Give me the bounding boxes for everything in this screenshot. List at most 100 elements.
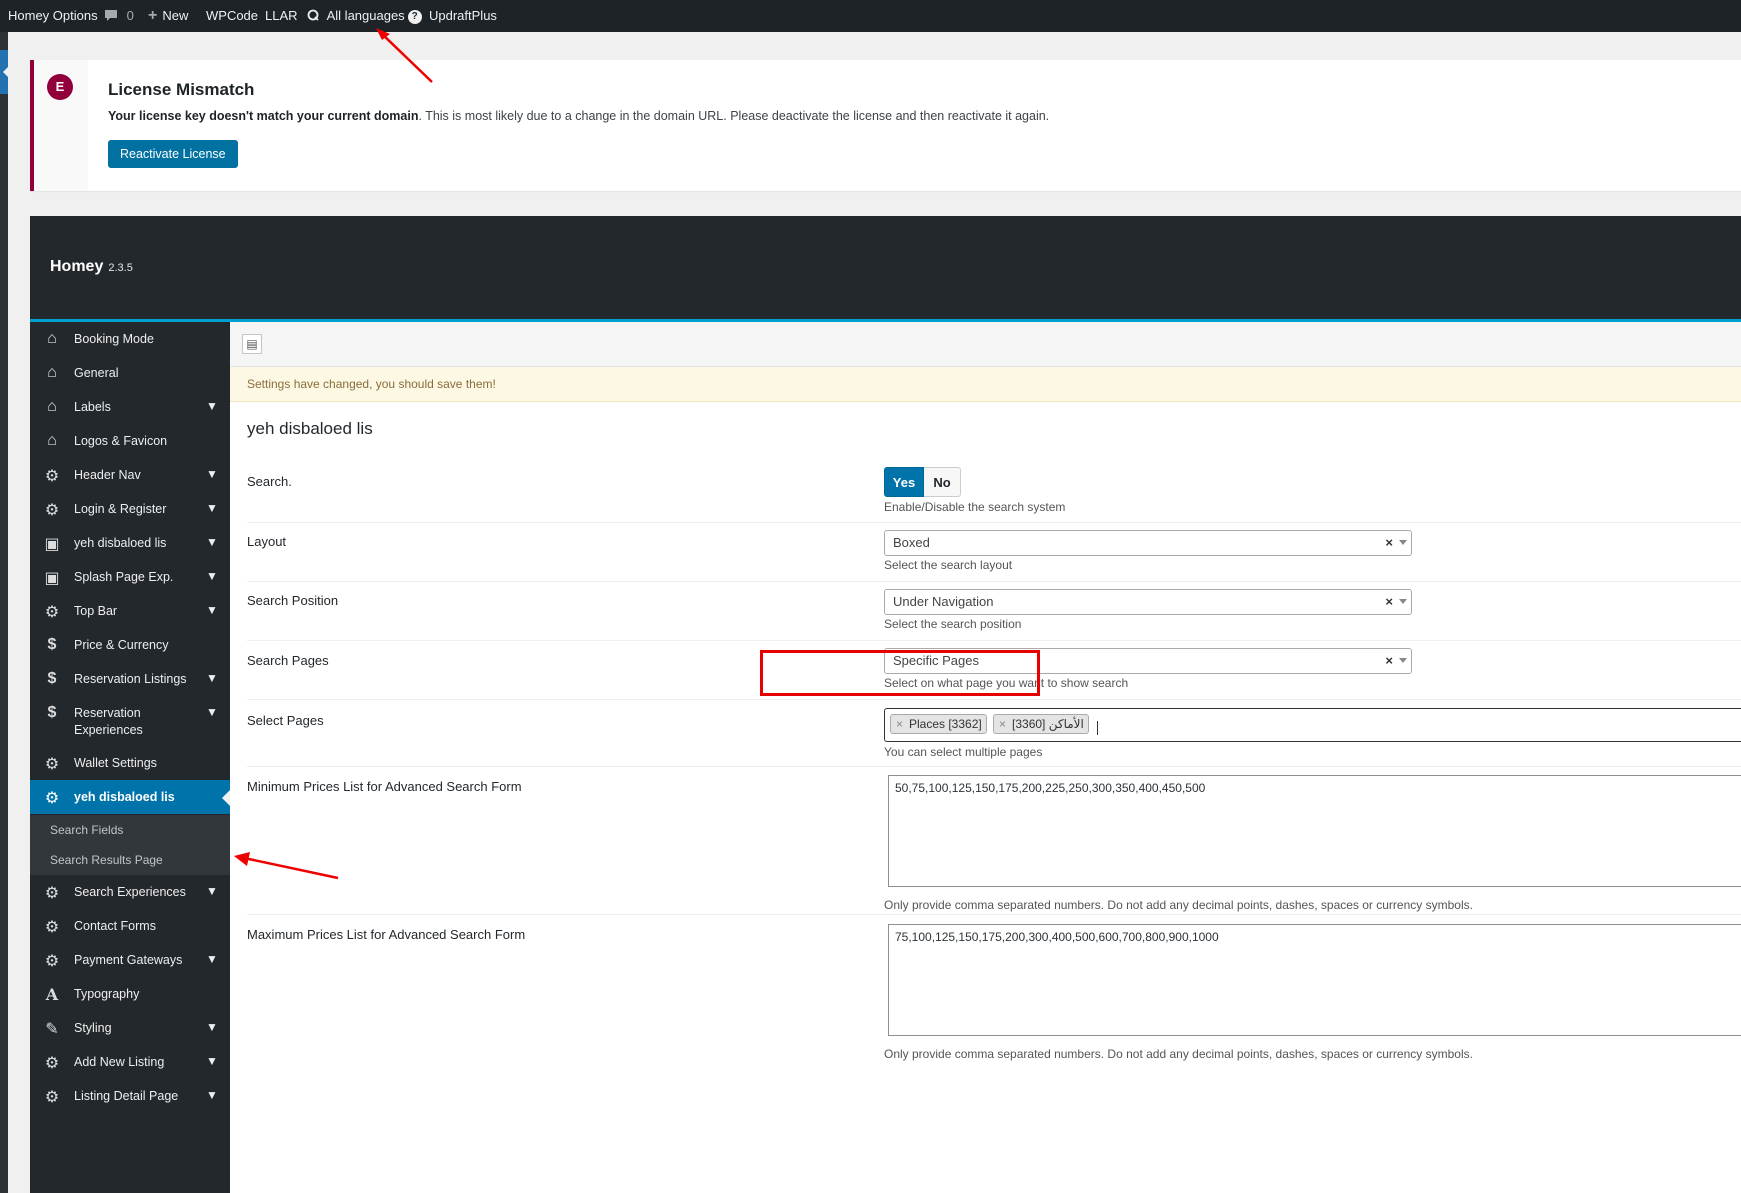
menu-item-styling[interactable]: ✎ Styling ▼ (30, 1011, 230, 1045)
dropdown-arrow-icon[interactable] (1399, 599, 1407, 604)
dollar-icon: $ (47, 670, 57, 687)
menu-item-splash-page[interactable]: ▣ Splash Page Exp. ▼ (30, 560, 230, 594)
chip-label: الأماكن [3360] (1012, 717, 1084, 731)
menu-item-label: General (74, 366, 119, 380)
menu-item-reservation-listings[interactable]: $ Reservation Listings ▼ (30, 662, 230, 696)
menu-item-label: Splash Page Exp. (74, 570, 174, 584)
menu-item-general[interactable]: ⌂ General (30, 356, 230, 390)
text-cursor (1097, 721, 1098, 735)
chevron-down-icon: ▼ (206, 569, 218, 583)
home-icon: ⌂ (47, 330, 57, 347)
menu-item-label: Reservation Listings (74, 672, 187, 686)
dropdown-arrow-icon[interactable] (1399, 540, 1407, 545)
row-divider (247, 640, 1741, 641)
select-pages-description: You can select multiple pages (884, 745, 1043, 759)
panel-title-text: Homey (50, 258, 104, 275)
row-divider (247, 766, 1741, 767)
submenu-item-search-results-page[interactable]: Search Results Page (30, 845, 230, 875)
dropdown-arrow-icon[interactable] (1399, 658, 1407, 663)
menu-item-reservation-experiences[interactable]: $ Reservation Experiences ▼ (30, 696, 230, 746)
updraft-label: UpdraftPlus (429, 8, 497, 23)
adminbar-llar[interactable]: LLAR (265, 0, 298, 32)
submenu-item-search-fields[interactable]: Search Fields (30, 815, 230, 845)
home-icon: ⌂ (47, 364, 57, 381)
menu-item-add-new-listing[interactable]: ⚙ Add New Listing ▼ (30, 1045, 230, 1079)
chevron-down-icon: ▼ (206, 501, 218, 515)
menu-item-label: yeh disbaloed lis (74, 536, 167, 550)
menu-item-label: Reservation Experiences (74, 706, 143, 737)
menu-item-booking-mode[interactable]: ⌂ Booking Mode (30, 322, 230, 356)
menu-item-contact-forms[interactable]: ⚙ Contact Forms (30, 909, 230, 943)
home-icon: ⌂ (47, 398, 57, 415)
panel-version: 2.3.5 (108, 262, 133, 274)
menu-item-top-bar[interactable]: ⚙ Top Bar ▼ (30, 594, 230, 628)
gear-icon: ⚙ (44, 1089, 60, 1106)
menu-item-label: Add New Listing (74, 1055, 165, 1069)
row-divider (247, 522, 1741, 523)
menu-item-label: yeh disbaloed lis (74, 790, 175, 804)
layout-description: Select the search layout (884, 558, 1013, 572)
chevron-down-icon: ▼ (206, 705, 218, 719)
gear-icon: ⚙ (44, 790, 60, 807)
notice-message: Your license key doesn't match your curr… (108, 109, 1049, 123)
menu-item-yeh-disbaloed-lis-active[interactable]: ⚙ yeh disbaloed lis (30, 780, 230, 814)
search-no-button[interactable]: No (924, 467, 961, 497)
desktop-icon: ▣ (44, 536, 60, 553)
menu-item-login-register[interactable]: ⚙ Login & Register ▼ (30, 492, 230, 526)
adminbar-new[interactable]: + New (148, 0, 188, 32)
menu-item-typography[interactable]: A Typography (30, 977, 230, 1011)
chevron-down-icon: ▼ (206, 1054, 218, 1068)
remove-chip-icon[interactable]: × (999, 715, 1006, 733)
menu-item-label: Search Experiences (74, 885, 186, 899)
adminbar-wpcode[interactable]: WPCode (206, 0, 258, 32)
search-pages-label: Search Pages (247, 653, 329, 668)
adminbar-comments[interactable]: 0 (104, 0, 134, 32)
menu-item-label: Payment Gateways (74, 953, 183, 967)
annotation-arrow-top (376, 28, 433, 83)
elementor-logo-icon: E (47, 74, 73, 100)
admin-bar: Homey Options 0 + New WPCode LLAR All lan… (0, 0, 1741, 32)
help-icon: ? (407, 10, 422, 24)
selected-page-chip: × الأماكن [3360] (993, 714, 1089, 734)
llar-label: LLAR (265, 8, 298, 23)
max-prices-textarea[interactable]: 75,100,125,150,175,200,300,400,500,600,7… (888, 924, 1741, 1036)
reactivate-license-button[interactable]: Reactivate License (108, 140, 238, 168)
admin-menu-current-indicator (0, 50, 9, 94)
panel-title: Homey 2.3.5 (50, 258, 133, 276)
menu-item-header-nav[interactable]: ⚙ Header Nav ▼ (30, 458, 230, 492)
menu-item-yeh-disbaloed-lis-1[interactable]: ▣ yeh disbaloed lis ▼ (30, 526, 230, 560)
chevron-down-icon: ▼ (206, 884, 218, 898)
clear-icon[interactable]: × (1385, 531, 1393, 555)
clear-icon[interactable]: × (1385, 590, 1393, 614)
menu-item-listing-detail-page[interactable]: ⚙ Listing Detail Page ▼ (30, 1079, 230, 1113)
translate-icon (307, 8, 324, 23)
chevron-down-icon: ▼ (206, 603, 218, 617)
menu-item-wallet-settings[interactable]: ⚙ Wallet Settings (30, 746, 230, 780)
chip-label: Places [3362] (909, 717, 982, 731)
red-highlight-box (760, 650, 1040, 696)
menu-item-label: Logos & Favicon (74, 434, 168, 448)
adminbar-site-name[interactable]: Homey Options (0, 0, 98, 32)
clear-icon[interactable]: × (1385, 649, 1393, 673)
annotation-arrow-menu (234, 852, 339, 880)
menu-item-labels[interactable]: ⌂ Labels ▼ (30, 390, 230, 424)
layout-select[interactable]: Boxed × (884, 530, 1412, 556)
menu-item-search-experiences[interactable]: ⚙ Search Experiences ▼ (30, 875, 230, 909)
search-position-select[interactable]: Under Navigation × (884, 589, 1412, 615)
gear-icon: ⚙ (44, 502, 60, 519)
menu-item-label: Login & Register (74, 502, 167, 516)
min-prices-textarea[interactable]: 50,75,100,125,150,175,200,225,250,300,35… (888, 775, 1741, 887)
search-yes-button[interactable]: Yes (884, 467, 924, 497)
layout-select-value: Boxed (893, 535, 930, 550)
toggle-expand-icon[interactable]: ▤ (242, 334, 262, 354)
menu-item-payment-gateways[interactable]: ⚙ Payment Gateways ▼ (30, 943, 230, 977)
menu-item-logos-favicon[interactable]: ⌂ Logos & Favicon (30, 424, 230, 458)
max-prices-label: Maximum Prices List for Advanced Search … (247, 927, 526, 942)
menu-item-label: Header Nav (74, 468, 141, 482)
menu-item-price-currency[interactable]: $ Price & Currency (30, 628, 230, 662)
gear-icon: ⚙ (44, 885, 60, 902)
remove-chip-icon[interactable]: × (896, 715, 903, 733)
options-panel-header: Homey 2.3.5 (30, 216, 1741, 322)
gear-icon: ⚙ (44, 953, 60, 970)
select-pages-multiselect[interactable]: × Places [3362] × الأماكن [3360] (884, 708, 1741, 742)
